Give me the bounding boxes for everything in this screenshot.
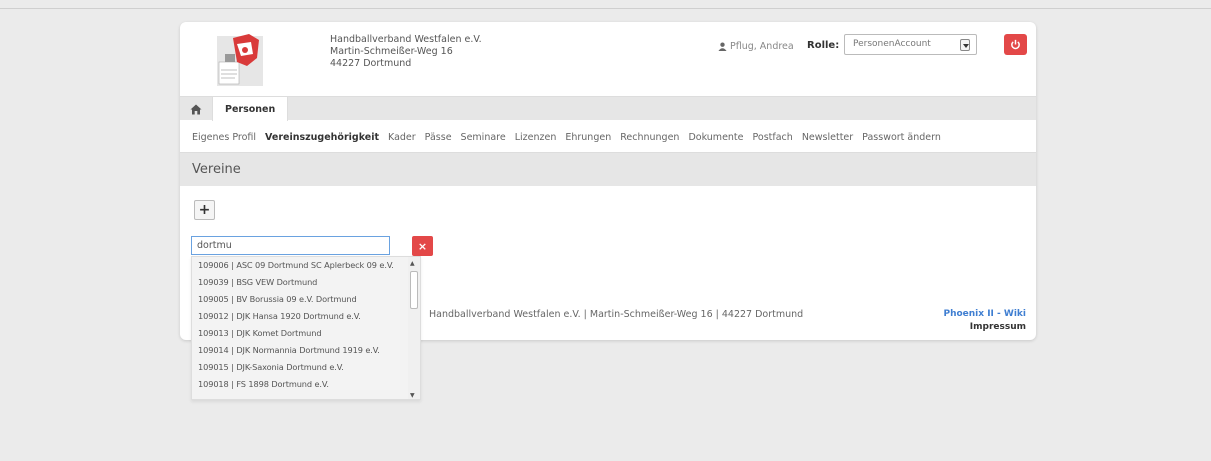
subnav-rechnungen[interactable]: Rechnungen [620, 132, 679, 143]
main-nav: Personen [180, 96, 1036, 121]
subnav-kader[interactable]: Kader [388, 132, 416, 143]
org-name: Handballverband Westfalen e.V. [330, 34, 482, 45]
tab-personen[interactable]: Personen [212, 97, 289, 121]
club-search-input[interactable]: dortmu [191, 236, 390, 255]
list-item[interactable]: 109005 | BV Borussia 09 e.V. Dortmund [192, 291, 420, 308]
user-name: Pflug, Andrea [730, 41, 794, 52]
list-item[interactable]: 109012 | DJK Hansa 1920 Dortmund e.V. [192, 308, 420, 325]
section-title: Vereine [192, 162, 241, 177]
subnav-lizenzen[interactable]: Lizenzen [515, 132, 557, 143]
role-select[interactable]: PersonenAccount [844, 34, 977, 55]
top-divider [0, 8, 1211, 9]
subnav-eigenes-profil[interactable]: Eigenes Profil [192, 132, 256, 143]
address-block: Handballverband Westfalen e.V. Martin-Sc… [330, 34, 482, 70]
chevron-down-icon [960, 39, 970, 51]
user-link[interactable]: Pflug, Andrea [718, 41, 794, 52]
user-icon [718, 42, 727, 51]
role-label: Rolle: [807, 40, 840, 51]
autocomplete-list: 109006 | ASC 09 Dortmund SC Aplerbeck 09… [191, 256, 421, 400]
subnav-vereinszugehoerigkeit[interactable]: Vereinszugehörigkeit [265, 132, 379, 143]
scroll-up-icon[interactable]: ▲ [410, 260, 415, 267]
list-item[interactable]: 109006 | ASC 09 Dortmund SC Aplerbeck 09… [192, 257, 420, 274]
org-street: Martin-Schmeißer-Weg 16 [330, 46, 453, 57]
sub-nav: Eigenes Profil Vereinszugehörigkeit Kade… [192, 132, 941, 143]
subnav-ehrungen[interactable]: Ehrungen [565, 132, 611, 143]
list-item[interactable]: 109039 | BSG VEW Dortmund [192, 274, 420, 291]
list-item[interactable]: 109015 | DJK-Saxonia Dortmund e.V. [192, 359, 420, 376]
subnav-dokumente[interactable]: Dokumente [688, 132, 743, 143]
list-item[interactable]: 109013 | DJK Komet Dortmund [192, 325, 420, 342]
clear-search-button[interactable]: × [412, 236, 433, 256]
list-item[interactable]: 109014 | DJK Normannia Dortmund 1919 e.V… [192, 342, 420, 359]
subnav-paesse[interactable]: Pässe [425, 132, 452, 143]
footer-address: Handballverband Westfalen e.V. | Martin-… [429, 309, 804, 320]
logout-button[interactable] [1004, 34, 1027, 55]
scroll-down-icon[interactable]: ▼ [410, 392, 415, 399]
power-icon [1011, 39, 1020, 50]
home-icon [190, 104, 202, 114]
subnav-passwort-aendern[interactable]: Passwort ändern [862, 132, 941, 143]
impressum-link[interactable]: Impressum [970, 322, 1026, 332]
subnav-seminare[interactable]: Seminare [461, 132, 506, 143]
role-value: PersonenAccount [853, 39, 931, 49]
wiki-link[interactable]: Phoenix II - Wiki [943, 309, 1026, 319]
logo [217, 34, 263, 86]
section-header: Vereine [180, 152, 1036, 186]
list-item[interactable]: 109018 | FS 1898 Dortmund e.V. [192, 376, 420, 393]
home-tab[interactable] [189, 102, 203, 116]
scroll-thumb[interactable] [410, 271, 418, 309]
org-city: 44227 Dortmund [330, 58, 412, 69]
add-button[interactable]: + [194, 200, 215, 220]
subnav-postfach[interactable]: Postfach [753, 132, 793, 143]
scrollbar[interactable]: ▲ ▼ [408, 257, 420, 399]
subnav-newsletter[interactable]: Newsletter [802, 132, 853, 143]
